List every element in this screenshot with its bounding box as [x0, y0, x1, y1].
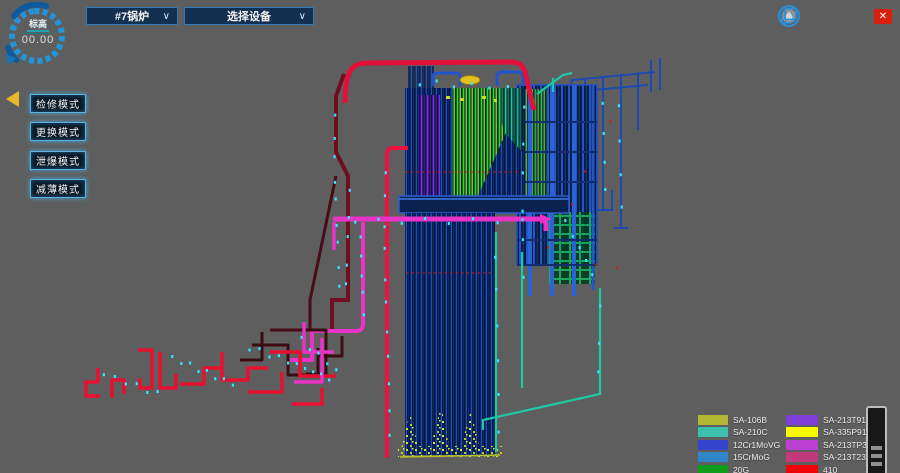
legend-swatch [786, 452, 818, 462]
legend-label: SA-106B [733, 415, 767, 425]
legend-item[interactable]: 12Cr1MoVG [698, 439, 780, 450]
maroon-pipe [332, 74, 348, 332]
equipment-dropdown-value: 选择设备 [227, 8, 271, 24]
close-icon[interactable]: ✕ [874, 9, 892, 24]
mode-button-replace[interactable]: 更换模式 [30, 122, 86, 141]
legend-item[interactable]: 15CrMoG [698, 452, 770, 463]
mode-button-leak[interactable]: 泄爆模式 [30, 151, 86, 170]
legend-swatch [786, 415, 818, 425]
mode-button-overhaul[interactable]: 检修模式 [30, 94, 86, 113]
bottom-left-pipes [86, 322, 342, 404]
legend-swatch [698, 427, 728, 437]
legend-scrollbar[interactable] [866, 406, 887, 473]
legend-item[interactable]: 410 [786, 464, 837, 473]
dark-pipe [270, 176, 336, 330]
droplet-icon[interactable] [810, 5, 832, 27]
legend-label: 12Cr1MoVG [733, 440, 780, 450]
legend-label: SA-213T23 [823, 452, 866, 462]
legend-item[interactable]: SA-213T23 [786, 452, 866, 463]
app-window: 标高 00.00 #7锅炉 ∨ 选择设备 ∨ [0, 0, 900, 473]
collapse-panel-arrow-icon[interactable] [6, 91, 19, 107]
legend-swatch [786, 427, 818, 437]
equipment-dropdown[interactable]: 选择设备 ∨ [184, 7, 314, 25]
legend-swatch [698, 452, 728, 462]
gauge-label: 标高 [2, 17, 74, 30]
legend-label: 20G [733, 465, 749, 473]
legend-item[interactable]: SA-213T91 [786, 414, 866, 425]
legend-label: 410 [823, 465, 837, 473]
legend-item[interactable]: SA-210C [698, 427, 768, 438]
boiler-3d-view[interactable] [0, 0, 900, 473]
legend-swatch [698, 465, 728, 473]
right-block [517, 85, 597, 296]
boiler-dropdown-value: #7锅炉 [115, 8, 149, 24]
window-controls: ✕ [778, 5, 892, 27]
chevron-down-icon: ∨ [163, 11, 170, 22]
legend-swatch [698, 440, 728, 450]
boiler-dropdown[interactable]: #7锅炉 ∨ [86, 7, 178, 25]
legend-label: SA-210C [733, 427, 768, 437]
legend-item[interactable]: SA-106B [698, 414, 767, 425]
mode-button-thinning[interactable]: 减薄模式 [30, 179, 86, 198]
legend-label: SA-335P91 [823, 427, 866, 437]
legend-label: SA-213T91 [823, 415, 866, 425]
legend-label: 15CrMoG [733, 452, 770, 462]
legend-swatch [698, 415, 728, 425]
scrollbar-tick [871, 454, 882, 458]
scrollbar-tick [871, 462, 882, 466]
scrollbar-tick [871, 446, 882, 450]
legend-item[interactable]: 20G [698, 464, 749, 473]
elevation-gauge[interactable]: 标高 00.00 [2, 2, 74, 72]
legend-swatch [786, 465, 818, 473]
gauge-value: 00.00 [2, 34, 74, 46]
vent-cap [460, 76, 480, 85]
chevron-down-icon: ∨ [299, 11, 306, 22]
legend-item[interactable]: SA-335P91 [786, 427, 866, 438]
layers-icon[interactable] [842, 5, 864, 27]
legend-swatch [786, 440, 818, 450]
